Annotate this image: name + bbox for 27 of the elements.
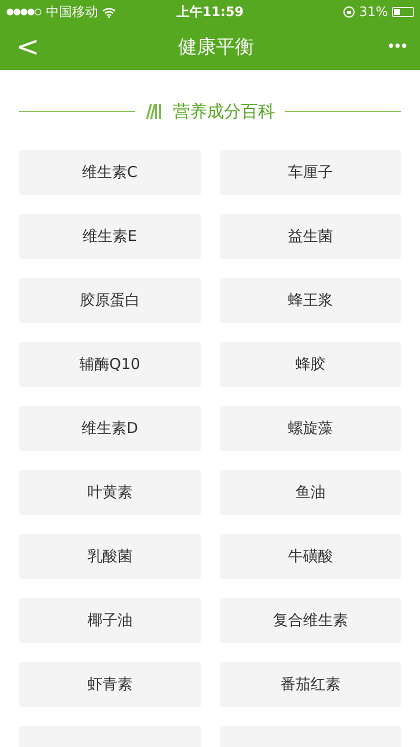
nutrient-item[interactable]: 螺旋藻: [220, 406, 401, 451]
nutrient-item[interactable]: 叶黄素: [19, 470, 200, 515]
nutrient-item[interactable]: 复合维生素: [220, 598, 401, 643]
wifi-icon: [102, 6, 116, 18]
nutrient-item[interactable]: 鱼油: [220, 470, 401, 515]
section-title: 营养成分百科: [173, 101, 275, 123]
nutrient-item[interactable]: 虾青素: [19, 662, 200, 707]
signal-icon: [6, 8, 42, 16]
nutrient-item[interactable]: 蜂胶: [220, 342, 401, 387]
nutrient-item[interactable]: 蜂王浆: [220, 278, 401, 323]
carrier-name: 中国移动: [46, 4, 98, 21]
page-title: 健康平衡: [178, 35, 254, 60]
nutrient-item[interactable]: 辅酶Q10: [19, 342, 200, 387]
battery-percent: 31%: [359, 4, 388, 20]
nutrient-item[interactable]: 维生素E: [19, 214, 200, 259]
nutrient-item[interactable]: 牛磺酸: [220, 534, 401, 579]
nutrient-item[interactable]: 车厘子: [220, 150, 401, 195]
status-time: 上午11:59: [176, 4, 244, 21]
nutrient-item[interactable]: 椰子油: [19, 598, 200, 643]
nutrient-item[interactable]: 番茄红素: [220, 662, 401, 707]
rotation-lock-icon: [343, 6, 356, 18]
nutrient-item[interactable]: 维生素D: [19, 406, 200, 451]
nutrient-item[interactable]: 胶原蛋白: [19, 278, 200, 323]
books-icon: [145, 103, 163, 120]
nutrient-item[interactable]: 乳酸菌: [19, 534, 200, 579]
nutrient-item[interactable]: 维生素C: [19, 150, 200, 195]
nutrient-item[interactable]: 益生菌: [220, 214, 401, 259]
